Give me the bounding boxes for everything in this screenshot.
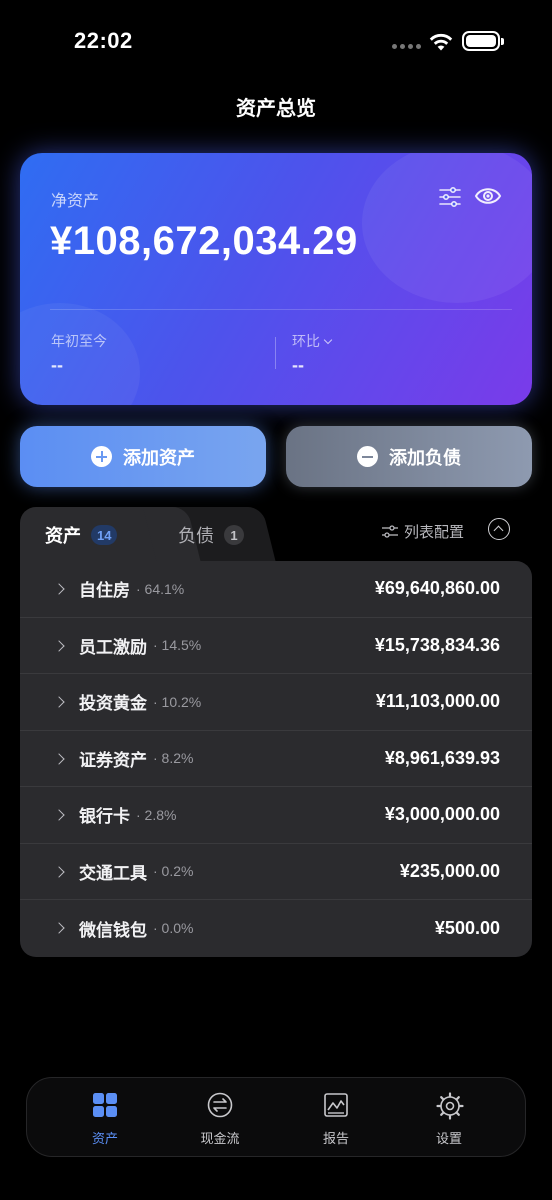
- card-divider: [50, 309, 512, 310]
- nav-item-reports[interactable]: 报告: [296, 1078, 376, 1158]
- net-worth-amount: ¥108,672,034.29: [50, 219, 358, 263]
- chevron-right-icon: [53, 865, 65, 878]
- list-item[interactable]: 银行卡 · 2.8% ¥3,000,000.00: [20, 787, 532, 844]
- chevron-right-icon: [53, 583, 65, 595]
- tab-assets[interactable]: 资产 14: [45, 507, 118, 563]
- ytd-label: 年初至今: [51, 333, 107, 349]
- asset-percent: · 10.2%: [153, 693, 202, 710]
- mom-value: --: [292, 355, 304, 375]
- cellular-signal-icon: [392, 44, 421, 49]
- grid-icon: [93, 1093, 117, 1117]
- nav-label: 现金流: [200, 1131, 240, 1146]
- net-worth-card: 净资产 ¥108,672,034.29 年初至今 -- 环比 --: [20, 153, 532, 405]
- card-decoration: [20, 303, 140, 405]
- asset-name: 投资黄金: [79, 694, 147, 714]
- asset-percent: · 2.8%: [136, 806, 177, 823]
- asset-value: ¥500.00: [434, 917, 500, 938]
- collapse-up-icon[interactable]: [488, 518, 510, 540]
- list-item[interactable]: 员工激励 · 14.5% ¥15,738,834.36: [20, 618, 532, 674]
- asset-value: ¥15,738,834.36: [374, 634, 500, 655]
- list-item[interactable]: 证券资产 · 8.2% ¥8,961,639.93: [20, 731, 532, 787]
- asset-percent: · 0.2%: [153, 863, 194, 880]
- nav-item-settings[interactable]: 设置: [409, 1078, 489, 1158]
- tab-assets-label: 资产: [45, 526, 81, 546]
- exchange-icon: [207, 1092, 233, 1118]
- asset-value: ¥11,103,000.00: [375, 691, 500, 712]
- sliders-icon[interactable]: [438, 185, 462, 209]
- nav-item-cashflow[interactable]: 现金流: [180, 1078, 260, 1158]
- bottom-nav: 资产 现金流 报告 设置: [26, 1077, 526, 1157]
- asset-name: 交通工具: [79, 863, 147, 883]
- asset-percent: · 14.5%: [153, 637, 202, 654]
- nav-label: 报告: [322, 1131, 349, 1146]
- list-item[interactable]: 投资黄金 · 10.2% ¥11,103,000.00: [20, 674, 532, 731]
- asset-value: ¥8,961,639.93: [384, 747, 500, 768]
- chevron-down-icon: [323, 335, 333, 345]
- mom-label: 环比: [292, 333, 320, 349]
- asset-name: 银行卡: [79, 807, 130, 827]
- page-title: 资产总览: [236, 98, 316, 120]
- asset-percent: · 8.2%: [153, 750, 194, 767]
- asset-value: ¥69,640,860.00: [374, 578, 500, 599]
- tab-assets-count: 14: [91, 525, 118, 545]
- add-liability-label: 添加负债: [389, 447, 461, 468]
- status-time: 22:02: [74, 28, 133, 53]
- battery-icon: [462, 31, 504, 51]
- card-decoration: [362, 153, 532, 303]
- asset-name: 员工激励: [79, 637, 147, 657]
- list-item[interactable]: 微信钱包 · 0.0% ¥500.00: [20, 900, 532, 957]
- gear-icon: [436, 1092, 464, 1120]
- chart-icon: [324, 1093, 348, 1117]
- list-item[interactable]: 交通工具 · 0.2% ¥235,000.00: [20, 844, 532, 900]
- nav-label: 设置: [435, 1131, 462, 1146]
- tab-liabilities-label: 负债: [178, 526, 214, 546]
- chevron-right-icon: [53, 922, 65, 934]
- card-vertical-divider: [275, 337, 276, 369]
- chevron-right-icon: [53, 752, 65, 765]
- net-worth-label: 净资产: [51, 193, 100, 210]
- mom-selector[interactable]: 环比: [292, 331, 333, 351]
- list-item[interactable]: 自住房 · 64.1% ¥69,640,860.00: [20, 561, 532, 618]
- tab-liabilities[interactable]: 负债 1: [178, 507, 244, 563]
- list-config-button[interactable]: 列表配置: [382, 521, 464, 542]
- list-config-label: 列表配置: [404, 524, 465, 541]
- add-liability-button[interactable]: 添加负债: [286, 426, 532, 487]
- plus-circle-icon: [91, 446, 112, 467]
- asset-name: 证券资产: [79, 750, 147, 770]
- asset-value: ¥3,000,000.00: [384, 804, 500, 825]
- asset-list: 自住房 · 64.1% ¥69,640,860.00 员工激励 · 14.5% ¥1…: [20, 561, 532, 957]
- asset-name: 微信钱包: [79, 920, 147, 940]
- add-asset-button[interactable]: 添加资产: [20, 426, 266, 487]
- wifi-icon: [429, 33, 453, 51]
- asset-value: ¥235,000.00: [399, 860, 500, 881]
- status-bar: 22:02: [0, 0, 552, 84]
- minus-circle-icon: [357, 446, 378, 467]
- nav-item-assets[interactable]: 资产: [65, 1078, 145, 1158]
- tab-liabilities-count: 1: [224, 525, 244, 545]
- add-asset-label: 添加资产: [123, 447, 195, 468]
- chevron-right-icon: [53, 639, 65, 652]
- asset-name: 自住房: [79, 581, 130, 601]
- chevron-right-icon: [53, 696, 65, 708]
- asset-percent: · 64.1%: [136, 580, 185, 597]
- nav-label: 资产: [91, 1131, 118, 1146]
- chevron-right-icon: [53, 809, 65, 821]
- ytd-value: --: [51, 355, 63, 375]
- asset-percent: · 0.0%: [153, 920, 194, 937]
- eye-icon[interactable]: [474, 183, 502, 209]
- sliders-icon: [382, 524, 398, 538]
